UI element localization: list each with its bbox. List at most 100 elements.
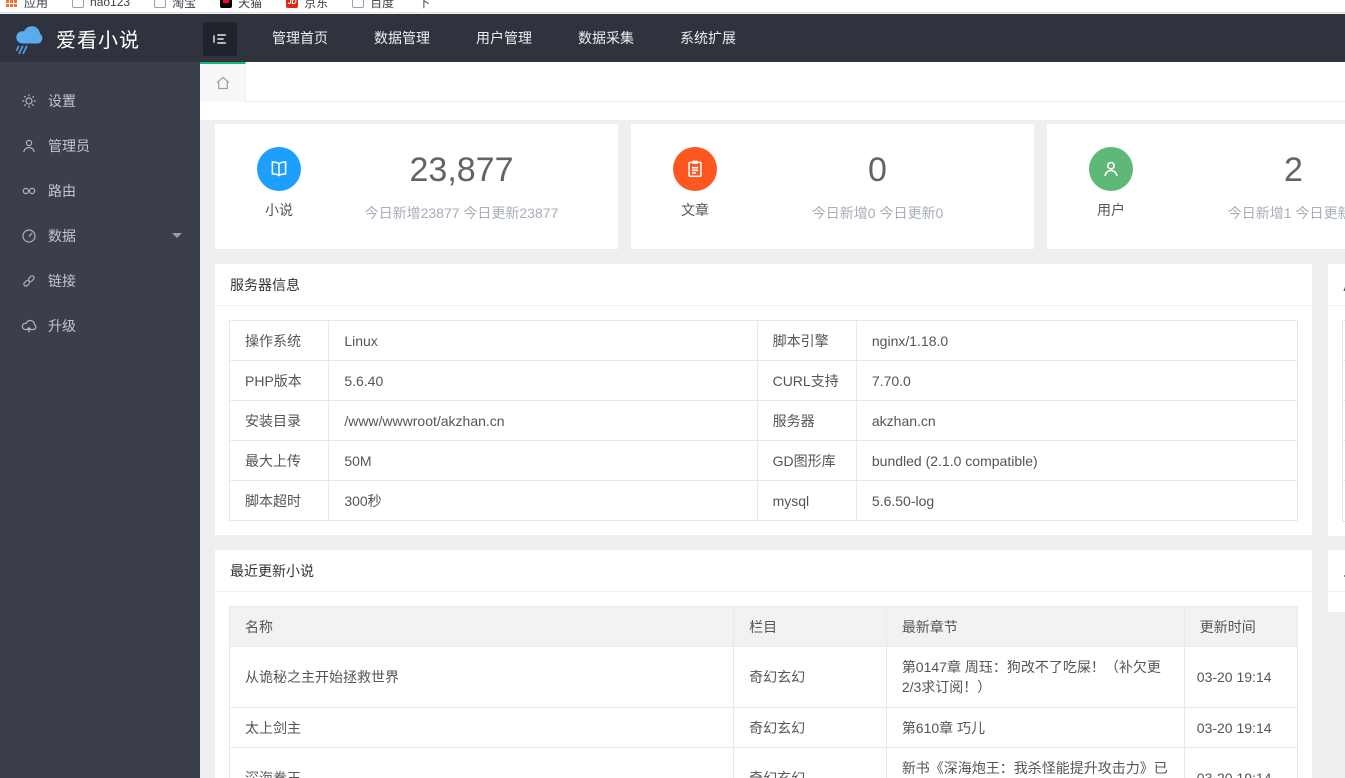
bookmark-label: 下	[418, 0, 431, 10]
table-header-row: 名称 栏目 最新章节 更新时间	[228, 606, 1299, 647]
server-key: 服务器	[756, 400, 857, 441]
sidebar-item-data[interactable]: 数据	[0, 213, 200, 258]
novel-name: 从诡秘之主开始拯救世界	[228, 646, 735, 708]
server-key: mysql	[756, 480, 857, 521]
novel-chapter: 第0147章 周珏：狗改不了吃屎！（补欠更2/3求订阅！）	[885, 646, 1185, 708]
tmall-icon	[220, 0, 233, 8]
sidebar-item-label: 设置	[48, 92, 76, 109]
table-row: 太上剑主 奇幻玄幻 第610章 巧儿 03-20 19:14	[228, 707, 1299, 748]
sidebar-item-admins[interactable]: 管理员	[0, 123, 200, 168]
server-value: 5.6.40	[328, 360, 758, 401]
recent-novels-panel: 最近更新小说 名称 栏目 最新章节 更新时间 从诡秘之主开始拯救世界 奇幻玄幻 …	[215, 550, 1312, 778]
col-update-time: 更新时间	[1183, 606, 1299, 647]
server-value: bundled (2.1.0 compatible)	[855, 440, 1299, 481]
nav-item-user-manage[interactable]: 用户管理	[453, 14, 555, 62]
sidebar-item-upgrade[interactable]: 升级	[0, 303, 200, 348]
favicon-placeholder-icon	[352, 0, 365, 8]
sidebar-item-label: 链接	[48, 272, 76, 289]
sidebar-item-links[interactable]: 链接	[0, 258, 200, 303]
bookmark-more[interactable]: 下	[418, 0, 430, 11]
open-book-icon	[271, 161, 287, 177]
table-row: 脚本超时 300秒 mysql 5.6.50-log	[228, 480, 1299, 521]
bookmark-tmall[interactable]: 天猫	[220, 0, 262, 11]
bookmark-hao123[interactable]: hao123	[72, 0, 130, 9]
bookmark-label: 淘宝	[172, 0, 197, 10]
stat-value: 23,877	[409, 151, 514, 189]
server-key: 安装目录	[228, 400, 330, 441]
server-value: nginx/1.18.0	[855, 320, 1299, 361]
novel-category: 奇幻玄幻	[733, 747, 887, 778]
server-info-table: 操作系统 Linux 脚本引擎 nginx/1.18.0 PHP版本 5.6.4…	[228, 320, 1299, 521]
bookmark-label: 京东	[304, 0, 329, 10]
sidebar-item-label: 管理员	[48, 137, 90, 154]
novel-category: 奇幻玄幻	[733, 646, 887, 708]
jd-icon: JD	[286, 0, 299, 8]
novel-name: 深海拳王	[228, 747, 735, 778]
novel-name: 太上剑主	[228, 707, 735, 748]
server-key: CURL支持	[756, 360, 857, 401]
novel-chapter: 第610章 巧儿	[885, 707, 1185, 748]
nav-item-admin-home[interactable]: 管理首页	[249, 14, 351, 62]
server-value: akzhan.cn	[855, 400, 1299, 441]
novel-time: 03-20 19:14	[1183, 747, 1299, 778]
server-key: 最大上传	[228, 440, 330, 481]
table-row: 最大上传 50M GD图形库 bundled (2.1.0 compatible…	[228, 440, 1299, 481]
col-category: 栏目	[733, 606, 887, 647]
gauge-icon	[22, 228, 36, 243]
server-value: /www/wwwroot/akzhan.cn	[328, 400, 758, 441]
table-row: 从诡秘之主开始拯救世界 奇幻玄幻 第0147章 周珏：狗改不了吃屎！（补欠更2/…	[228, 646, 1299, 708]
server-value: 5.6.50-log	[855, 480, 1299, 521]
main-content: 小说 23,877 今日新增23877 今日更新23877 文章 0 今日新增0…	[200, 102, 1345, 778]
server-key: 脚本引擎	[756, 320, 857, 361]
sidebar-item-label: 路由	[48, 182, 76, 199]
user-icon	[1104, 161, 1118, 177]
stat-subtext: 今日新增1 今日更新1	[1227, 205, 1345, 221]
sidebar-item-routes[interactable]: 路由	[0, 168, 200, 213]
bookmark-apps[interactable]: 应用	[6, 0, 48, 11]
top-nav: 管理首页 数据管理 用户管理 数据采集 系统扩展	[249, 14, 759, 62]
panel-title: 人	[1328, 550, 1345, 592]
app-logo[interactable]: 爱看小说	[0, 14, 200, 62]
novel-chapter: 新书《深海炮王：我杀怪能提升攻击力》已发	[885, 747, 1185, 778]
col-name: 名称	[228, 606, 735, 647]
stat-subtext: 今日新增0 今日更新0	[811, 205, 944, 221]
novel-time: 03-20 19:14	[1183, 646, 1299, 708]
dashboard-page: 小说 23,877 今日新增23877 今日更新23877 文章 0 今日新增0…	[200, 120, 1345, 778]
server-key: 操作系统	[228, 320, 330, 361]
clipboard-icon	[688, 160, 702, 178]
bookmark-baidu[interactable]: 百度	[352, 0, 394, 11]
server-key: PHP版本	[228, 360, 330, 401]
menu-collapse-icon	[213, 34, 226, 44]
table-row: 操作系统 Linux 脚本引擎 nginx/1.18.0	[228, 320, 1299, 361]
tab-home[interactable]	[200, 62, 246, 102]
bookmark-jd[interactable]: JD 京东	[286, 0, 328, 11]
panel-title: 服务器信息	[215, 264, 1312, 306]
bookmark-taobao[interactable]: 淘宝	[154, 0, 196, 11]
server-info-panel: 服务器信息 操作系统 Linux 脚本引擎 nginx/1.18.0 PHP版本…	[215, 264, 1312, 535]
sidebar: 设置 管理员 路由 数据 链接 升级	[0, 62, 200, 778]
sidebar-item-settings[interactable]: 设置	[0, 78, 200, 123]
stat-value: 2	[1284, 151, 1303, 189]
stat-card-users: 用户 2 今日新增1 今日更新1	[1047, 124, 1345, 249]
stat-value: 0	[868, 151, 887, 189]
table-row: 安装目录 /www/wwwroot/akzhan.cn 服务器 akzhan.c…	[228, 400, 1299, 441]
favicon-placeholder-icon	[154, 0, 167, 8]
nav-item-system-extend[interactable]: 系统扩展	[657, 14, 759, 62]
person-icon	[23, 139, 35, 152]
favicon-placeholder-icon	[72, 0, 85, 8]
table-row: PHP版本 5.6.40 CURL支持 7.70.0	[228, 360, 1299, 401]
sidebar-toggle-button[interactable]	[203, 22, 237, 56]
infinity-icon	[22, 187, 36, 194]
stat-card-novels: 小说 23,877 今日新增23877 今日更新23877	[215, 124, 618, 249]
bookmark-label: 天猫	[238, 0, 263, 10]
right-panel-clipped-1: 用	[1328, 264, 1345, 536]
server-key: GD图形库	[756, 440, 857, 481]
gear-icon	[22, 93, 36, 108]
novel-stat-circle	[257, 147, 301, 191]
nav-item-data-collect[interactable]: 数据采集	[555, 14, 657, 62]
chevron-down-icon	[172, 233, 182, 238]
bookmark-label: 应用	[24, 0, 49, 10]
nav-item-data-manage[interactable]: 数据管理	[351, 14, 453, 62]
apps-grid-icon	[6, 0, 18, 8]
bookmark-label: hao123	[90, 0, 131, 9]
